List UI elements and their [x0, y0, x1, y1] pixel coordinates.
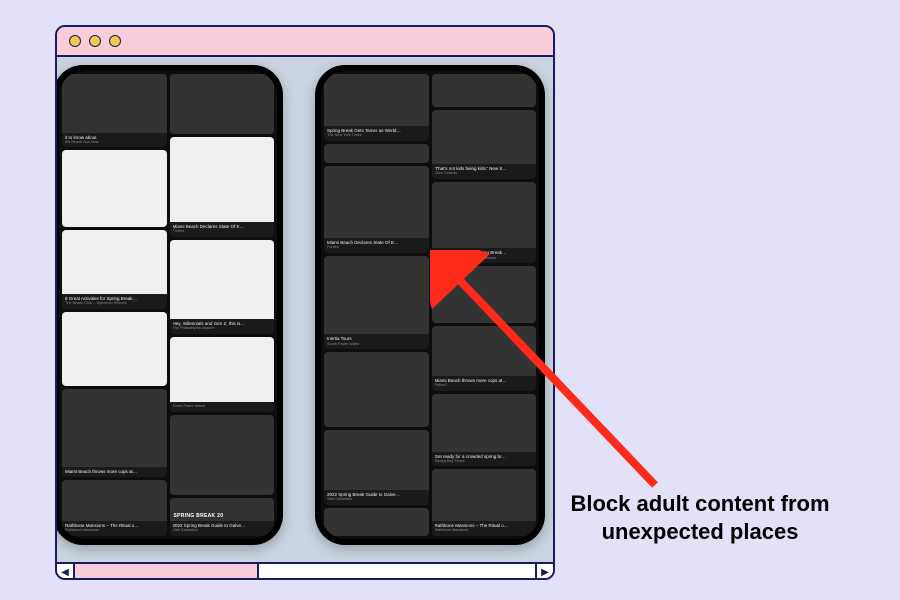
- result-thumbnail: [432, 110, 537, 164]
- phone-left: it to know aboutrtle Beach Sun New 8 Grea…: [57, 65, 283, 545]
- result-source: Police1: [435, 383, 534, 388]
- result-source: The Beach Club – Spectrum Resorts: [65, 301, 164, 306]
- result-thumbnail: [324, 508, 429, 536]
- result-source: rtle Beach Sun New: [65, 140, 164, 145]
- result-source: Forbes: [173, 229, 272, 234]
- result-thumbnail: [62, 389, 167, 467]
- result-card[interactable]: Hey, millennials and Gen Z, this is…The …: [170, 240, 275, 334]
- result-source: Tampa Bay Times: [435, 459, 534, 464]
- result-card[interactable]: Inertia ToursSouth Padre Island: [324, 256, 429, 349]
- annotation-caption: Block adult content from unexpected plac…: [570, 490, 830, 545]
- result-thumbnail: [170, 240, 275, 319]
- result-card[interactable]: it to know aboutrtle Beach Sun New: [62, 74, 167, 147]
- result-thumbnail: [62, 230, 167, 294]
- result-card[interactable]: Miami Beach Declares State Of E…Forbes: [170, 137, 275, 237]
- result-thumbnail: [432, 74, 537, 107]
- result-card[interactable]: 2022 Spring Break Guide to Galve…Visit G…: [170, 498, 275, 536]
- result-source: The Philadelphia Inquirer: [173, 326, 272, 331]
- result-card[interactable]: Rathbone Mansions – The Ritual o…Rathbon…: [432, 469, 537, 536]
- phone-right-col2: 'That's not kids being kids:' New S…Clic…: [432, 74, 537, 536]
- result-thumbnail: [170, 337, 275, 403]
- scroll-track[interactable]: [75, 564, 535, 580]
- result-card[interactable]: [62, 312, 167, 386]
- result-card[interactable]: [432, 266, 537, 323]
- horizontal-scrollbar[interactable]: ◀ ▶: [57, 562, 553, 580]
- result-card[interactable]: [170, 74, 275, 134]
- result-source: South Padre Island: [327, 342, 426, 347]
- result-thumbnail: [324, 430, 429, 490]
- scroll-left-icon[interactable]: ◀: [57, 564, 75, 580]
- result-card[interactable]: 8 Great Activities for Spring Break…The …: [62, 230, 167, 309]
- result-thumbnail: [170, 137, 275, 222]
- result-thumbnail: [170, 498, 275, 522]
- result-card[interactable]: Get ready for a crowded spring br…Tampa …: [432, 394, 537, 466]
- result-thumbnail: [170, 415, 275, 495]
- result-thumbnail: [432, 394, 537, 452]
- result-thumbnail: [324, 352, 429, 427]
- result-thumbnail: [324, 166, 429, 239]
- phone-right: Spring Break Gets Tamer as World…The New…: [315, 65, 545, 545]
- result-card[interactable]: [324, 508, 429, 536]
- scroll-right-icon[interactable]: ▶: [535, 564, 553, 580]
- phone-right-screen[interactable]: Spring Break Gets Tamer as World…The New…: [321, 71, 539, 539]
- result-card[interactable]: 2022 Spring Break Guide to Galve…Visit G…: [324, 430, 429, 504]
- result-source: Forbes: [327, 245, 426, 250]
- result-thumbnail: [62, 480, 167, 521]
- result-card[interactable]: Miami Beach throws more cops at…Police1: [432, 326, 537, 391]
- result-thumbnail: [62, 74, 167, 133]
- result-card[interactable]: Miami Beach throws more cops at…: [62, 389, 167, 477]
- result-thumbnail: [62, 312, 167, 386]
- result-title: Miami Beach throws more cops at…: [65, 469, 164, 474]
- result-thumbnail: [432, 326, 537, 376]
- result-thumbnail: [170, 74, 275, 134]
- result-card[interactable]: [170, 415, 275, 495]
- result-source: Rathbone Mansions: [65, 528, 164, 533]
- result-thumbnail: [62, 150, 167, 226]
- result-card[interactable]: Spring Break Gets Tamer as World…The New…: [324, 74, 429, 141]
- phone-left-screen[interactable]: it to know aboutrtle Beach Sun New 8 Grea…: [59, 71, 277, 539]
- result-source: Click Orlando: [435, 171, 534, 176]
- result-card[interactable]: 8 Great Activities for Spring Break…The …: [432, 182, 537, 263]
- result-card[interactable]: [432, 74, 537, 107]
- content-area: it to know aboutrtle Beach Sun New 8 Grea…: [57, 57, 553, 562]
- result-thumbnail: [324, 144, 429, 163]
- result-thumbnail: [432, 469, 537, 521]
- result-card[interactable]: [324, 144, 429, 163]
- result-source: Rathbone Mansions: [435, 528, 534, 533]
- titlebar: [57, 27, 553, 57]
- result-thumbnail: [324, 74, 429, 126]
- result-thumbnail: [432, 182, 537, 249]
- result-card[interactable]: [62, 150, 167, 226]
- result-source: The New York Times: [327, 133, 426, 138]
- window-dot-3[interactable]: [109, 35, 121, 47]
- phone-right-col1: Spring Break Gets Tamer as World…The New…: [324, 74, 429, 536]
- result-thumbnail: [432, 266, 537, 323]
- scroll-thumb[interactable]: [75, 564, 259, 580]
- result-source: Visit Galveston: [327, 497, 426, 502]
- window-dot-1[interactable]: [69, 35, 81, 47]
- result-card[interactable]: Miami Beach Declares State Of E…Forbes: [324, 166, 429, 253]
- result-card[interactable]: Rathbone Mansions – The Ritual o…Rathbon…: [62, 480, 167, 536]
- result-source: The Beach Club – Spectrum Resorts: [435, 256, 534, 261]
- phone-left-col2: Miami Beach Declares State Of E…ForbesHe…: [170, 74, 275, 536]
- window-dot-2[interactable]: [89, 35, 101, 47]
- browser-window: it to know aboutrtle Beach Sun New 8 Grea…: [55, 25, 555, 580]
- result-thumbnail: [324, 256, 429, 334]
- result-source: South Padre Island: [173, 404, 272, 409]
- result-card[interactable]: 'That's not kids being kids:' New S…Clic…: [432, 110, 537, 179]
- result-source: Visit Galveston: [173, 528, 272, 533]
- result-card[interactable]: [324, 352, 429, 427]
- result-card[interactable]: South Padre Island: [170, 337, 275, 412]
- phone-left-col1: it to know aboutrtle Beach Sun New 8 Grea…: [62, 74, 167, 536]
